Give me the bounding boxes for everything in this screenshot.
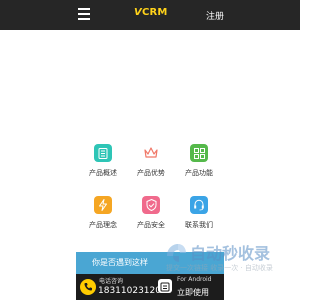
feature-contact-us[interactable]: 联系我们 — [176, 196, 222, 244]
feature-label: 产品安全 — [137, 221, 165, 229]
shield-check-icon — [142, 196, 160, 214]
hamburger-menu-icon[interactable] — [78, 8, 90, 20]
watermark-logo-icon — [167, 244, 186, 262]
feature-label: 产品理念 — [89, 221, 117, 229]
watermark-overlay: 自动秒收录 提交一次链接 收录一次 · 自动收录 — [160, 240, 300, 276]
use-now-button[interactable]: 立即使用 — [177, 287, 209, 298]
feature-product-function[interactable]: 产品功能 — [176, 144, 222, 192]
feature-grid: 产品概述 产品优势 产品功能 产品理念 产品安全 联系我们 — [80, 144, 222, 254]
register-link[interactable]: 注册 — [206, 9, 224, 22]
brand-logo[interactable]: VCRM — [134, 7, 168, 18]
document-list-icon — [94, 144, 112, 162]
crown-icon — [142, 144, 160, 162]
app-download-icon[interactable] — [158, 279, 172, 293]
headset-icon — [190, 196, 208, 214]
feature-label: 产品优势 — [137, 169, 165, 177]
feature-product-concept[interactable]: 产品理念 — [80, 196, 126, 244]
feature-product-advantage[interactable]: 产品优势 — [128, 144, 174, 192]
call-consult-label: 电话咨询 — [99, 278, 124, 285]
feature-label: 产品概述 — [89, 169, 117, 177]
watermark-title: 自动秒收录 — [190, 244, 271, 263]
bottom-action-bar: 电话咨询 18311023120 For Android 立即使用 — [76, 274, 224, 300]
phone-icon[interactable] — [80, 279, 96, 295]
feature-label: 联系我们 — [185, 221, 213, 229]
watermark-subtitle: 提交一次链接 收录一次 · 自动收录 — [166, 264, 273, 272]
feature-label: 产品功能 — [185, 169, 213, 177]
android-label: For Android — [177, 276, 212, 283]
call-number[interactable]: 18311023120 — [98, 286, 161, 296]
feature-product-security[interactable]: 产品安全 — [128, 196, 174, 244]
lightning-icon — [94, 196, 112, 214]
feature-product-overview[interactable]: 产品概述 — [80, 144, 126, 192]
grid-tiles-icon — [190, 144, 208, 162]
top-navigation-bar: VCRM 注册 — [0, 0, 300, 30]
